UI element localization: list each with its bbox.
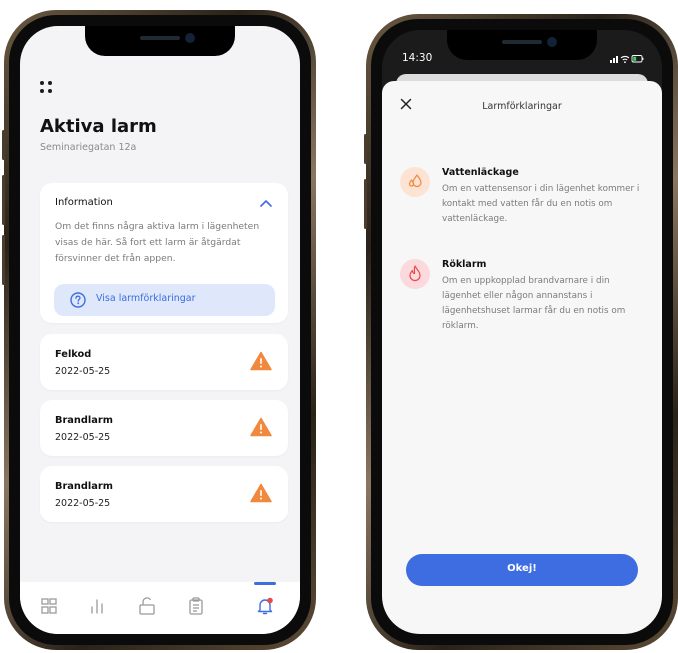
- notch: [447, 30, 597, 60]
- side-button: [364, 179, 367, 229]
- okay-button-label: Okej!: [507, 563, 537, 574]
- alarm-date: 2022-05-25: [55, 432, 111, 443]
- bottom-tab-bar: [20, 582, 300, 634]
- page-title: Aktiva larm: [40, 116, 157, 137]
- right-phone-frame: 14:30 Larmförklaringar Vattenläckage Om …: [364, 14, 678, 650]
- side-button: [2, 235, 5, 285]
- show-alarm-explanations-label: Visa larmförklaringar: [96, 293, 196, 304]
- bell-icon[interactable]: [255, 596, 275, 616]
- alarm-title: Felkod: [55, 349, 92, 360]
- alarm-title: Brandlarm: [55, 415, 113, 426]
- water-drops-icon: [400, 167, 430, 197]
- explanation-title: Vattenläckage: [442, 167, 519, 178]
- clipboard-icon[interactable]: [186, 596, 206, 616]
- side-button: [2, 130, 5, 160]
- grid-icon[interactable]: [39, 596, 59, 616]
- warning-icon: [250, 351, 272, 371]
- information-title: Information: [55, 197, 113, 208]
- warning-icon: [250, 483, 272, 503]
- alarm-card[interactable]: Felkod 2022-05-25: [40, 334, 288, 390]
- notch: [85, 26, 235, 56]
- information-text: Om det finns några aktiva larm i lägenhe…: [55, 221, 260, 264]
- sheet-title: Larmförklaringar: [482, 101, 562, 112]
- alarm-card[interactable]: Brandlarm 2022-05-25: [40, 400, 288, 456]
- phone-bezel: 14:30 Larmförklaringar Vattenläckage Om …: [371, 19, 673, 645]
- side-button: [364, 134, 367, 164]
- question-circle-icon: [70, 292, 86, 308]
- phone-bezel: Aktiva larm Seminariegatan 12a Informati…: [9, 15, 311, 645]
- left-app-screen: Aktiva larm Seminariegatan 12a Informati…: [20, 26, 300, 634]
- right-app-screen: 14:30 Larmförklaringar Vattenläckage Om …: [382, 30, 662, 634]
- address-subtitle: Seminariegatan 12a: [40, 142, 137, 153]
- menu-dots-icon[interactable]: [40, 81, 54, 95]
- status-time: 14:30: [402, 52, 433, 64]
- show-alarm-explanations-button[interactable]: Visa larmförklaringar: [54, 284, 275, 316]
- side-button: [2, 175, 5, 225]
- explanation-text: Om en uppkopplad brandvarnare i din läge…: [442, 276, 626, 331]
- left-phone-frame: Aktiva larm Seminariegatan 12a Informati…: [2, 10, 316, 650]
- warning-icon: [250, 417, 272, 437]
- flame-icon: [400, 259, 430, 289]
- alarm-date: 2022-05-25: [55, 498, 111, 509]
- alarm-title: Brandlarm: [55, 481, 113, 492]
- alarm-card[interactable]: Brandlarm 2022-05-25: [40, 466, 288, 522]
- chevron-up-icon[interactable]: [260, 199, 272, 207]
- information-card: Information Om det finns några aktiva la…: [40, 183, 288, 323]
- status-indicators-icon: [610, 55, 644, 64]
- explanation-title: Röklarm: [442, 259, 487, 270]
- unlock-icon[interactable]: [137, 596, 157, 616]
- chart-icon[interactable]: [87, 596, 107, 616]
- alarm-date: 2022-05-25: [55, 366, 111, 377]
- alarm-explanations-sheet: Larmförklaringar Vattenläckage Om en vat…: [382, 81, 662, 634]
- explanation-text: Om en vattensensor i din lägenhet kommer…: [442, 184, 640, 224]
- active-tab-indicator: [254, 582, 276, 585]
- okay-button[interactable]: Okej!: [406, 554, 638, 586]
